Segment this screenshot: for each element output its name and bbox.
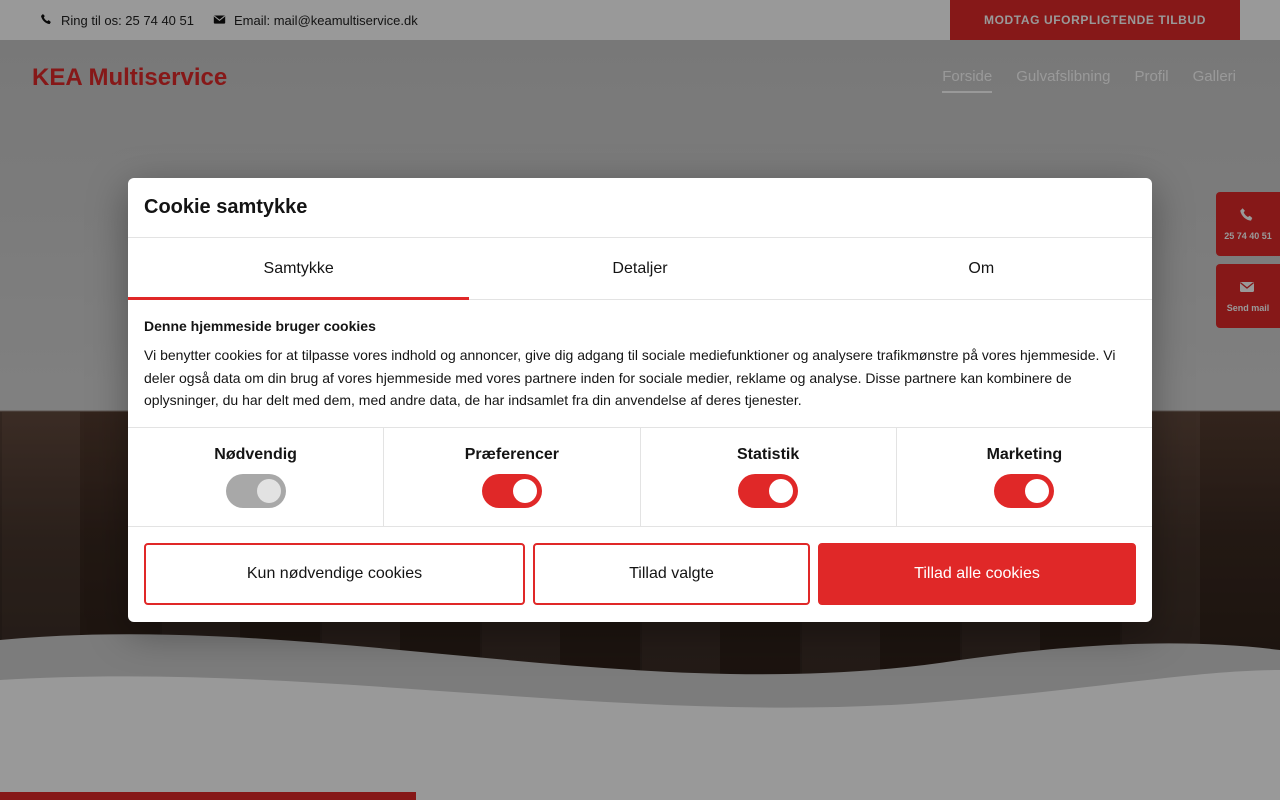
- dialog-body: Denne hjemmeside bruger cookies Vi benyt…: [128, 300, 1152, 428]
- tab-detaljer[interactable]: Detaljer: [469, 238, 810, 299]
- toggle-knob: [512, 479, 537, 503]
- statistics-toggle[interactable]: [738, 474, 799, 508]
- cookie-category-toggles: Nødvendig Præferencer Statistik Marketin…: [128, 428, 1152, 527]
- category-label: Statistik: [737, 446, 800, 463]
- tab-om[interactable]: Om: [811, 238, 1152, 299]
- category-necessary: Nødvendig: [128, 428, 385, 526]
- dialog-actions: Kun nødvendige cookies Tillad valgte Til…: [128, 527, 1152, 605]
- toggle-knob: [1025, 479, 1050, 503]
- necessary-toggle: [225, 474, 286, 508]
- cookie-heading: Denne hjemmeside bruger cookies: [144, 318, 376, 334]
- category-marketing: Marketing: [897, 428, 1152, 526]
- category-label: Nødvendig: [214, 446, 297, 463]
- cookie-consent-dialog: Cookie samtykke Samtykke Detaljer Om Den…: [128, 178, 1152, 622]
- allow-all-button[interactable]: Tillad alle cookies: [818, 543, 1136, 605]
- allow-selected-button[interactable]: Tillad valgte: [533, 543, 810, 605]
- category-statistics: Statistik: [641, 428, 897, 526]
- tab-samtykke[interactable]: Samtykke: [128, 238, 470, 300]
- necessary-only-button[interactable]: Kun nødvendige cookies: [144, 543, 525, 605]
- dialog-tabs: Samtykke Detaljer Om: [128, 238, 1152, 300]
- toggle-knob: [256, 479, 281, 503]
- dialog-title: Cookie samtykke: [128, 178, 1152, 238]
- cookie-description: Vi benytter cookies for at tilpasse vore…: [144, 347, 1116, 408]
- category-preferences: Præferencer: [384, 428, 641, 526]
- preferences-toggle[interactable]: [481, 474, 542, 508]
- category-label: Præferencer: [464, 446, 560, 463]
- marketing-toggle[interactable]: [994, 474, 1055, 508]
- toggle-knob: [769, 479, 794, 503]
- category-label: Marketing: [986, 446, 1063, 463]
